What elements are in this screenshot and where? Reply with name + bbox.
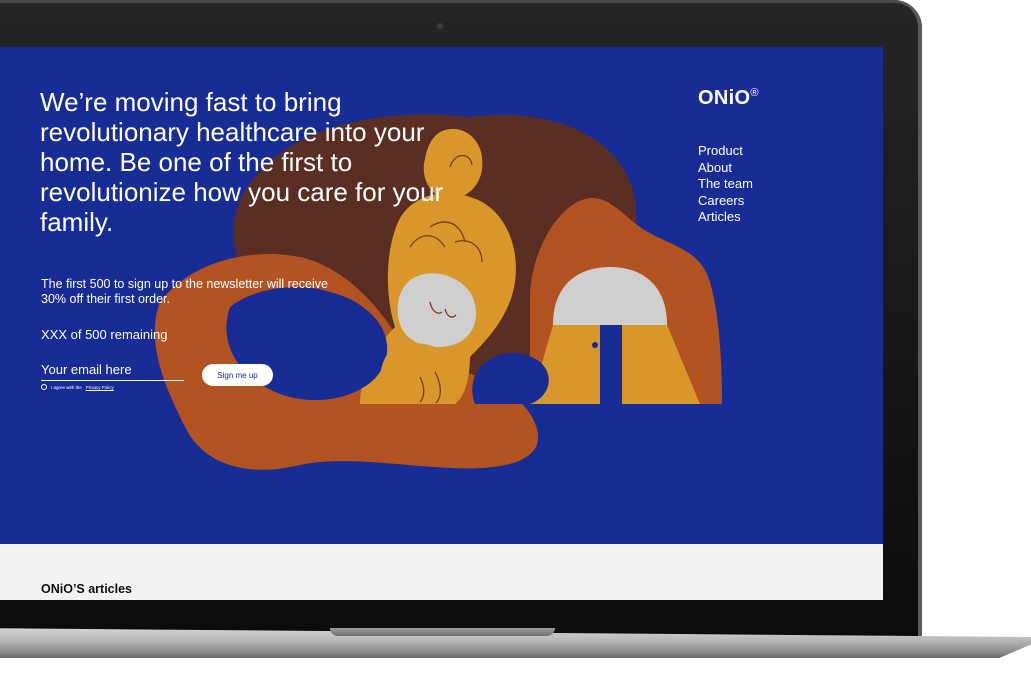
consent-radio[interactable] bbox=[41, 384, 47, 390]
main-nav: Product About The team Careers Articles bbox=[698, 143, 753, 226]
articles-title: ONiO’S articles bbox=[41, 582, 133, 596]
privacy-policy-link[interactable]: Privacy Policy bbox=[86, 385, 114, 390]
sign-up-button[interactable]: Sign me up bbox=[202, 364, 273, 386]
nav-item-about[interactable]: About bbox=[698, 160, 753, 177]
hero-headline: We’re moving fast to bring revolutionary… bbox=[40, 87, 444, 237]
webcam-icon bbox=[437, 23, 443, 29]
laptop-notch bbox=[330, 628, 555, 636]
nav-item-the-team[interactable]: The team bbox=[698, 176, 753, 193]
door-knob bbox=[592, 342, 598, 348]
nav-item-articles[interactable]: Articles bbox=[698, 209, 753, 226]
nav-item-product[interactable]: Product bbox=[698, 143, 753, 160]
onio-logo[interactable]: ONiO® bbox=[698, 87, 759, 110]
website-screen: We’re moving fast to bring revolutionary… bbox=[0, 47, 883, 600]
articles-section: ONiO’S articles bbox=[0, 544, 883, 600]
hero-section: We’re moving fast to bring revolutionary… bbox=[0, 47, 883, 544]
promo-text: The first 500 to sign up to the newslett… bbox=[41, 277, 328, 306]
email-input[interactable] bbox=[41, 359, 184, 381]
logo-text: ONiO bbox=[698, 87, 751, 109]
remaining-counter: XXX of 500 remaining bbox=[41, 327, 168, 342]
privacy-consent[interactable]: I agree with the Privacy Policy bbox=[41, 383, 114, 391]
nav-item-careers[interactable]: Careers bbox=[698, 193, 753, 210]
registered-mark: ® bbox=[750, 87, 759, 99]
consent-label: I agree with the bbox=[51, 384, 82, 390]
door-gap bbox=[600, 325, 622, 404]
